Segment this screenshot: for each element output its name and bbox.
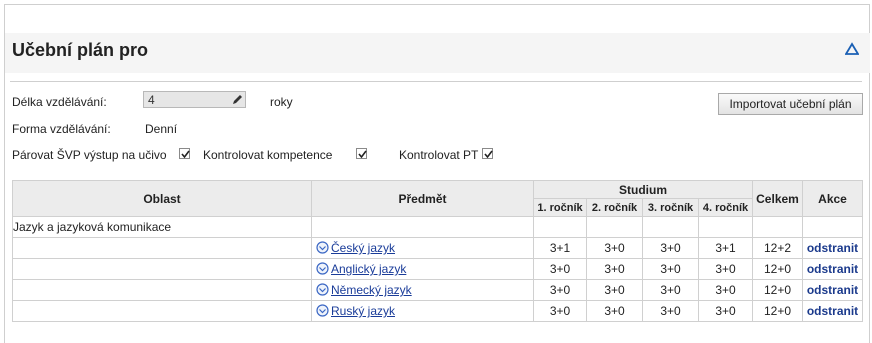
remove-link[interactable]: odstranit <box>807 241 858 255</box>
header-study: Studium <box>533 180 753 199</box>
checkbox-pt[interactable] <box>482 148 493 159</box>
cell-year-1: 3+0 <box>533 258 587 280</box>
cell-year-1: 3+1 <box>533 237 587 259</box>
length-value: 4 <box>148 93 155 107</box>
checkbox-label-pair: Párovat ŠVP výstup na učivo <box>12 148 167 162</box>
page-title: Učební plán pro <box>12 40 149 60</box>
expand-icon[interactable] <box>316 262 329 275</box>
header-area: Oblast <box>12 180 312 217</box>
checkbox-pair[interactable] <box>179 148 190 159</box>
table-row: Ruský jazyk 3+0 3+0 3+0 3+0 12+0 odstran… <box>12 300 863 322</box>
checkbox-competence[interactable] <box>356 148 367 159</box>
area-cell: Jazyk a jazyková komunikace <box>12 216 312 238</box>
check-icon <box>358 150 367 159</box>
expand-icon[interactable] <box>316 283 329 296</box>
expand-icon[interactable] <box>316 304 329 317</box>
table-row: Český jazyk 3+1 3+0 3+0 3+1 12+2 odstran… <box>12 237 863 259</box>
header-total: Celkem <box>752 180 803 217</box>
cell-total: 12+0 <box>752 300 803 322</box>
cell-year-4: 3+1 <box>698 237 753 259</box>
header-year-2: 2. ročník <box>586 198 643 217</box>
remove-link[interactable]: odstranit <box>807 262 858 276</box>
expand-icon[interactable] <box>316 241 329 254</box>
cell-year-2: 3+0 <box>586 237 643 259</box>
cell-total: 12+0 <box>752 258 803 280</box>
length-unit: roky <box>270 95 293 109</box>
form-value: Denní <box>145 122 178 136</box>
table-row: Anglický jazyk 3+0 3+0 3+0 3+0 12+0 odst… <box>12 258 863 280</box>
cell-year-2: 3+0 <box>586 258 643 280</box>
header-action: Akce <box>802 180 863 217</box>
checkbox-label-pt: Kontrolovat PT <box>399 148 479 162</box>
area-row: Jazyk a jazyková komunikace <box>12 216 863 238</box>
header-year-1: 1. ročník <box>533 198 587 217</box>
cell-year-4: 3+0 <box>698 258 753 280</box>
subject-link[interactable]: Německý jazyk <box>331 283 412 297</box>
check-icon <box>181 150 190 159</box>
form-label: Forma vzdělávání: <box>12 122 111 136</box>
cell-year-1: 3+0 <box>533 300 587 322</box>
study-plan-table: Oblast Předmět Studium Celkem Akce 1. ro… <box>12 180 863 322</box>
cell-year-3: 3+0 <box>642 237 699 259</box>
pencil-icon[interactable] <box>232 94 243 105</box>
cell-year-1: 3+0 <box>533 279 587 301</box>
cell-year-2: 3+0 <box>586 279 643 301</box>
header-subject: Předmět <box>311 180 534 217</box>
subject-link[interactable]: Český jazyk <box>331 241 395 255</box>
subject-link[interactable]: Anglický jazyk <box>331 262 406 276</box>
import-plan-button[interactable]: Importovat učební plán <box>718 93 863 115</box>
header-year-3: 3. ročník <box>642 198 699 217</box>
header-divider <box>10 81 862 82</box>
remove-link[interactable]: odstranit <box>807 283 858 297</box>
table-row: Německý jazyk 3+0 3+0 3+0 3+0 12+0 odstr… <box>12 279 863 301</box>
header-year-4: 4. ročník <box>698 198 753 217</box>
cell-total: 12+2 <box>752 237 803 259</box>
length-input[interactable]: 4 <box>143 91 246 108</box>
cell-year-4: 3+0 <box>698 279 753 301</box>
cell-total: 12+0 <box>752 279 803 301</box>
collapse-triangle-icon[interactable] <box>845 42 859 56</box>
cell-year-3: 3+0 <box>642 258 699 280</box>
cell-year-4: 3+0 <box>698 300 753 322</box>
check-icon <box>484 150 493 159</box>
cell-year-2: 3+0 <box>586 300 643 322</box>
cell-year-3: 3+0 <box>642 279 699 301</box>
length-label: Délka vzdělávání: <box>12 95 107 109</box>
cell-year-3: 3+0 <box>642 300 699 322</box>
subject-link[interactable]: Ruský jazyk <box>331 304 395 318</box>
checkbox-label-competence: Kontrolovat kompetence <box>203 148 333 162</box>
remove-link[interactable]: odstranit <box>807 304 858 318</box>
